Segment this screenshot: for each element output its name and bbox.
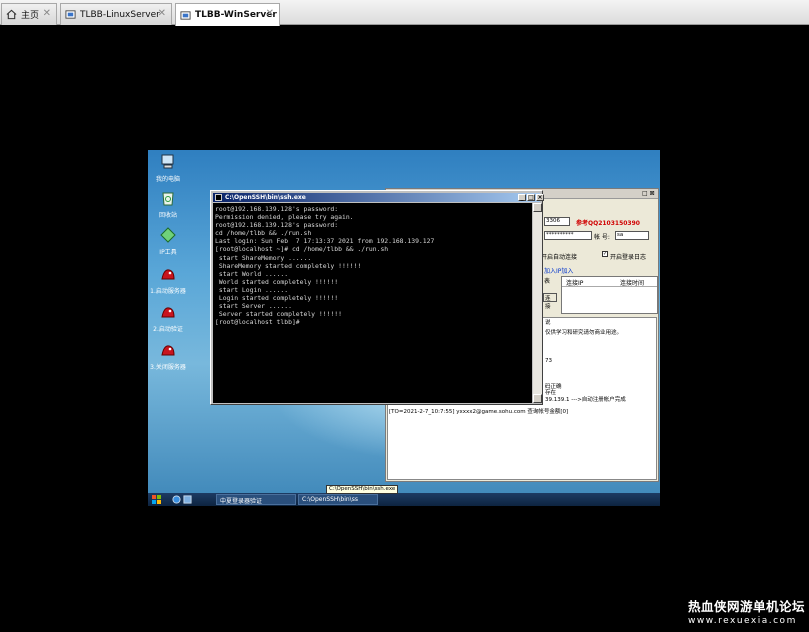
desktop-icon-label: 2.启动验证	[153, 326, 183, 333]
home-icon	[6, 9, 17, 20]
tab-win-server[interactable]: TLBB-WinServer ✕	[175, 3, 280, 26]
log-line: [TO=2021-2-7_10:7:55] yxxxx2@game.sohu.c…	[389, 409, 569, 415]
tab-linux-server-label: TLBB-LinuxServer	[80, 9, 160, 20]
window-controls[interactable]: □ ⊠	[642, 190, 655, 197]
console-line: start Login ......	[215, 285, 289, 294]
vm-icon	[180, 10, 191, 20]
taskbar-tooltip: C:\OpenSSH\bin\ssh.exe	[326, 485, 399, 494]
desktop-icon-recycle-bin[interactable]: 回收站	[150, 190, 186, 219]
desktop-icon-label: 1.启动服务器	[150, 288, 186, 295]
log-line: 39.139.1 --->自动注册帐户完成	[545, 397, 626, 403]
desktop-icon-label: 回收站	[158, 212, 177, 219]
console-line: Login started completely !!!!!!	[215, 294, 339, 303]
start-button-icon[interactable]	[152, 495, 161, 504]
console-line: cd /home/tlbb && ./run.sh	[215, 229, 312, 238]
vm-icon	[65, 10, 76, 19]
ssh-console-titlebar[interactable]: C:\OpenSSH\bin\ssh.exe _ □ ×	[213, 193, 544, 202]
auth-start-icon	[161, 307, 175, 318]
console-line: [root@localhost ~]# cd /home/tlbb && ./r…	[215, 245, 389, 254]
port-input[interactable]: 3306	[544, 217, 570, 226]
console-line: ShareMemory started completely !!!!!!	[215, 261, 362, 270]
desktop-icon-label: 3.关闭服务器	[150, 364, 186, 371]
computer-icon	[161, 154, 174, 169]
desktop-icon-start-server[interactable]: 1.启动服务器	[150, 266, 186, 295]
connection-list[interactable]: 连接IP 连接时间	[561, 276, 658, 314]
desktop-icon-stop-server[interactable]: 3.关闭服务器	[150, 342, 186, 371]
console-line: start World ......	[215, 269, 289, 278]
console-line: root@192.168.139.128's password:	[215, 221, 339, 230]
console-line: start ShareMemory ......	[215, 253, 312, 262]
console-line: World started completely !!!!!!	[215, 277, 339, 286]
ip-list-label: 表	[544, 278, 551, 285]
close-icon[interactable]: ✕	[43, 8, 51, 19]
site-watermark: 热血侠网游单机论坛 www.rexuexia.com	[688, 596, 805, 626]
console-line: [root@localhost tlbb]#	[215, 318, 300, 327]
watermark-url: www.rexuexia.com	[688, 616, 797, 626]
quick-launch-icon[interactable]	[172, 495, 181, 504]
ip-add-link[interactable]: 加入IP加入	[544, 266, 573, 275]
console-line: root@192.168.139.128's password:	[215, 205, 339, 213]
desktop-icon-label: IP工具	[159, 249, 177, 256]
taskbar-item-ssh[interactable]: C:\OpenSSH\bin\ss	[298, 494, 378, 505]
close-icon[interactable]: ✕	[266, 8, 274, 19]
account-input[interactable]: sa	[615, 231, 649, 240]
scroll-down-arrow[interactable]	[533, 394, 542, 403]
vm-taskbar: 中夏登录器验证 C:\OpenSSH\bin\ss	[148, 493, 660, 506]
tab-home[interactable]: 主页 ✕	[1, 3, 57, 25]
tab-win-server-label: TLBB-WinServer	[195, 10, 277, 20]
close-icon[interactable]: ✕	[158, 8, 166, 19]
network-tool-icon	[160, 227, 176, 243]
desktop-icon-ip-tool[interactable]: IP工具	[150, 227, 186, 256]
taskbar-item-login-verify[interactable]: 中夏登录器验证	[216, 494, 296, 505]
taskbar-item-label: 中夏登录器验证	[220, 498, 263, 505]
console-line: Permission denied, please try again.	[215, 213, 354, 222]
console-line: Server started completely !!!!!!	[215, 310, 342, 319]
connect-button[interactable]: 连接	[543, 293, 557, 310]
login-log-checkbox-box[interactable]: ✓	[602, 251, 608, 257]
watermark-title: 热血侠网游单机论坛	[688, 599, 806, 614]
console-line: start Server ......	[215, 302, 292, 311]
autoconnect-checkbox[interactable]: 开启自动连接	[541, 252, 577, 261]
server-stop-icon	[161, 345, 175, 356]
console-output[interactable]: root@192.168.139.128's password: Permiss…	[213, 203, 532, 403]
login-log-checkbox[interactable]: 开启登录日志	[610, 252, 646, 261]
log-line: 仅供学习和研究请勿商业用途。	[545, 330, 623, 336]
maximize-button[interactable]: □	[527, 194, 535, 201]
console-icon	[215, 194, 222, 201]
tab-linux-server[interactable]: TLBB-LinuxServer ✕	[60, 3, 172, 25]
log-line: 说	[545, 320, 551, 326]
desktop-icon-start-auth[interactable]: 2.启动验证	[150, 304, 186, 333]
ssh-console-window[interactable]: C:\OpenSSH\bin\ssh.exe _ □ × root@192.16…	[210, 190, 544, 405]
ssh-console-title: C:\OpenSSH\bin\ssh.exe	[225, 194, 306, 201]
list-header-divider	[562, 286, 657, 287]
taskbar-item-label: C:\OpenSSH\bin\ss	[302, 496, 358, 503]
quick-launch-icon[interactable]	[183, 495, 192, 504]
recycle-bin-icon	[162, 192, 174, 206]
tab-home-label: 主页	[21, 11, 40, 21]
close-button[interactable]: ×	[536, 194, 544, 201]
scroll-up-arrow[interactable]	[533, 203, 542, 212]
contact-qq-text: 参考QQ2103150390	[576, 220, 640, 227]
account-label: 帐 号:	[594, 234, 610, 241]
password-input[interactable]: **********	[544, 231, 592, 240]
vm-tab-bar: 主页 ✕ TLBB-LinuxServer ✕ TLBB-WinServer ✕	[0, 0, 809, 26]
minimize-button[interactable]: _	[518, 194, 526, 201]
log-line: 73	[545, 358, 552, 364]
desktop-icon-my-computer[interactable]: 我的电脑	[150, 154, 186, 183]
console-line: Last login: Sun Feb 7 17:13:37 2021 from…	[215, 237, 435, 246]
desktop-icon-label: 我的电脑	[155, 176, 180, 183]
server-start-icon	[161, 269, 175, 280]
console-scrollbar[interactable]	[533, 203, 542, 403]
